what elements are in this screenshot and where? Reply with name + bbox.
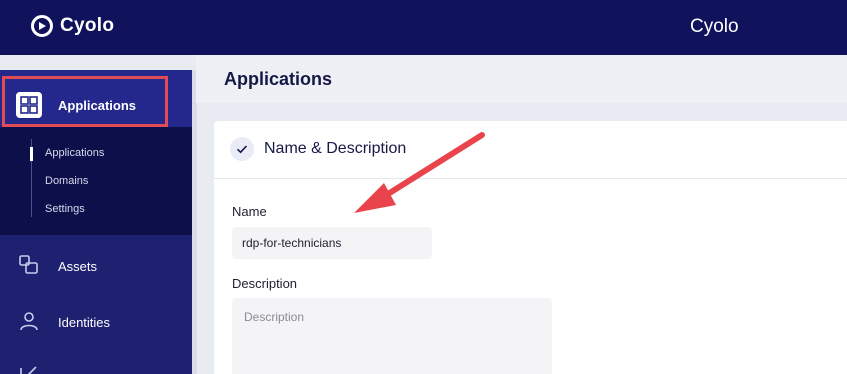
submenu-item-domains[interactable]: Domains xyxy=(45,175,88,187)
top-bar: Cyolo Cyolo xyxy=(0,0,847,55)
description-field[interactable] xyxy=(232,298,552,374)
submenu-item-applications[interactable]: Applications xyxy=(45,147,104,159)
edit-icon xyxy=(20,366,37,374)
cyolo-logo-icon xyxy=(31,15,53,37)
sidebar-scrollbar[interactable] xyxy=(192,70,197,374)
submenu: Applications Domains Settings xyxy=(0,127,196,235)
submenu-item-settings[interactable]: Settings xyxy=(45,203,85,215)
logo-text: Cyolo xyxy=(60,15,115,36)
sidebar-item-label: Assets xyxy=(58,259,98,274)
name-description-card: Name & Description Name Description xyxy=(214,121,847,374)
assets-icon xyxy=(19,255,38,274)
page-title: Applications xyxy=(224,69,333,89)
person-icon xyxy=(20,312,38,331)
annotation-arrow-icon xyxy=(354,132,485,213)
submenu-active-indicator xyxy=(30,147,33,161)
name-label: Name xyxy=(232,204,267,219)
check-icon xyxy=(230,137,254,161)
app-title: Cyolo xyxy=(690,16,739,37)
highlight-box xyxy=(2,76,168,127)
sidebar: Applications Applications Domains Settin… xyxy=(0,70,196,374)
page-header: Applications xyxy=(196,55,847,103)
name-field[interactable] xyxy=(232,227,432,259)
logo[interactable]: Cyolo xyxy=(30,14,114,38)
sidebar-item-label: Identities xyxy=(58,315,111,330)
divider xyxy=(214,178,847,179)
description-label: Description xyxy=(232,276,298,291)
